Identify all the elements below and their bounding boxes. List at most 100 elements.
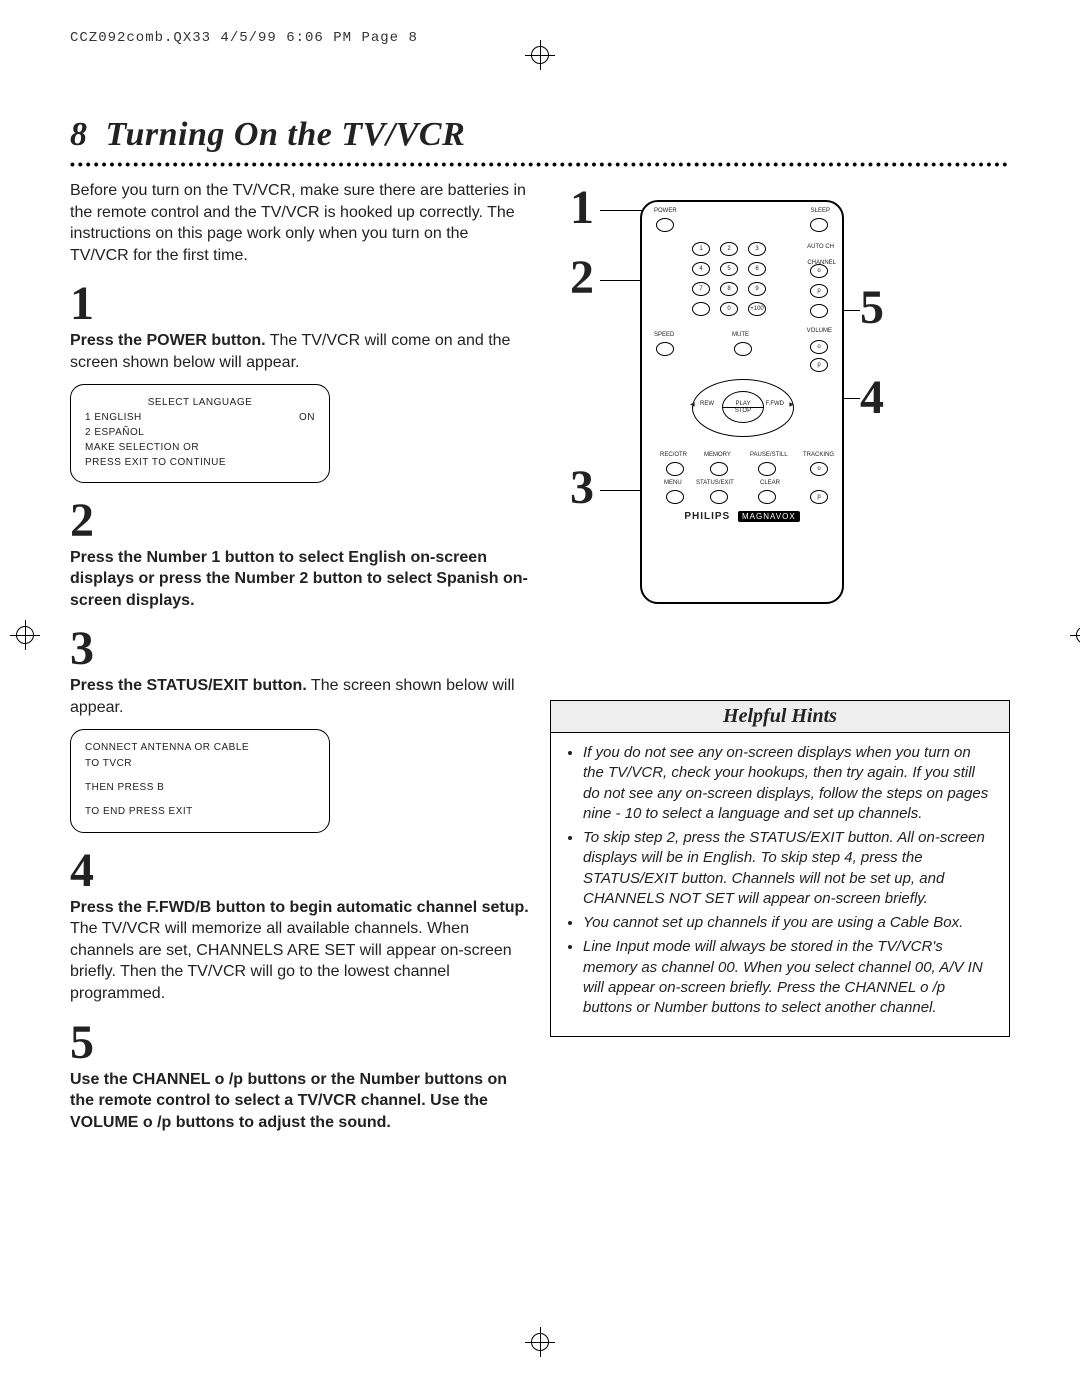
step-text: Press the F.FWD/B button to begin automa… bbox=[70, 897, 530, 1005]
clear-button bbox=[758, 490, 776, 504]
hints-body: If you do not see any on-screen displays… bbox=[551, 733, 1009, 1036]
step-bold: Use the CHANNEL o /p buttons or the Numb… bbox=[70, 1071, 507, 1131]
brand-row: PHILIPS MAGNAVOX bbox=[642, 511, 842, 522]
title-text: Turning On the TV/VCR bbox=[106, 116, 466, 153]
recotr-label: REC/OTR bbox=[660, 452, 687, 458]
transport-controls: ◀ REW F.FWD ▶ PLAY STOP bbox=[692, 377, 792, 437]
hint-item: Line Input mode will always be stored in… bbox=[583, 937, 995, 1018]
remote-illustration: 1 2 3 4 5 POWER SLEEP 1 bbox=[550, 180, 1010, 660]
brand-magnavox: MAGNAVOX bbox=[738, 511, 800, 522]
onscreen-display: CONNECT ANTENNA OR CABLE TO TVCR THEN PR… bbox=[70, 729, 330, 833]
pausestill-button bbox=[758, 462, 776, 476]
step-number: 1 bbox=[70, 280, 530, 328]
hint-item: To skip step 2, press the STATUS/EXIT bu… bbox=[583, 828, 995, 909]
memory-button bbox=[710, 462, 728, 476]
speed-button bbox=[656, 342, 674, 356]
rew-label: ◀ bbox=[690, 401, 695, 408]
memory-label: MEMORY bbox=[704, 452, 731, 458]
hints-title: Helpful Hints bbox=[551, 701, 1009, 733]
step-bold: Press the Number 1 button to select Engl… bbox=[70, 549, 528, 609]
intro-paragraph: Before you turn on the TV/VCR, make sure… bbox=[70, 180, 530, 266]
step-bold: Press the F.FWD/B button to begin automa… bbox=[70, 899, 529, 916]
hint-item: You cannot set up channels if you are us… bbox=[583, 913, 995, 933]
num-0-alt-button bbox=[692, 302, 710, 316]
callout-1: 1 bbox=[570, 180, 594, 235]
stop-label: STOP bbox=[723, 407, 763, 414]
steps-column: Before you turn on the TV/VCR, make sure… bbox=[70, 180, 530, 1133]
clear-label: CLEAR bbox=[760, 480, 780, 486]
plus100-button: +100 bbox=[748, 302, 766, 316]
step-bold: Press the POWER button. bbox=[70, 332, 266, 349]
remote-body: POWER SLEEP 1 2 3 AUTO CH 4 5 6 CHANNEL … bbox=[640, 200, 844, 604]
ffwd-label: ▶ bbox=[789, 401, 794, 408]
channel-extra-button bbox=[810, 304, 828, 318]
right-column: 1 2 3 4 5 POWER SLEEP 1 bbox=[550, 180, 1010, 1133]
pausestill-label: PAUSE/STILL bbox=[750, 452, 788, 458]
mute-button bbox=[734, 342, 752, 356]
autoch-label: AUTO CH bbox=[807, 244, 834, 250]
tracking-up-button: o bbox=[810, 462, 828, 476]
volume-up-button: o bbox=[810, 340, 828, 354]
manual-page: CCZ092comb.QX33 4/5/99 6:06 PM Page 8 8 … bbox=[0, 0, 1080, 1397]
step-text: Use the CHANNEL o /p buttons or the Numb… bbox=[70, 1069, 530, 1134]
num-5-button: 5 bbox=[720, 262, 738, 276]
num-3-button: 3 bbox=[748, 242, 766, 256]
step-number: 3 bbox=[70, 625, 530, 673]
osd-line: CONNECT ANTENNA OR CABLE bbox=[85, 740, 315, 756]
step-number: 4 bbox=[70, 847, 530, 895]
num-1-button: 1 bbox=[692, 242, 710, 256]
volume-down-button: p bbox=[810, 358, 828, 372]
brand-philips: PHILIPS bbox=[684, 511, 730, 522]
tracking-label: TRACKING bbox=[803, 452, 834, 458]
num-6-button: 6 bbox=[748, 262, 766, 276]
osd-line: THEN PRESS B bbox=[85, 780, 315, 796]
speed-label: SPEED bbox=[654, 332, 674, 338]
ffwd-text: F.FWD bbox=[766, 401, 784, 407]
helpful-hints-box: Helpful Hints If you do not see any on-s… bbox=[550, 700, 1010, 1037]
step-text: Press the POWER button. The TV/VCR will … bbox=[70, 330, 530, 373]
channel-up-button: o bbox=[810, 264, 828, 278]
callout-5: 5 bbox=[860, 280, 884, 335]
crop-mark-icon bbox=[525, 1327, 555, 1357]
osd-line: SELECT LANGUAGE bbox=[85, 395, 315, 410]
step-text: Press the STATUS/EXIT button. The screen… bbox=[70, 675, 530, 718]
statusexit-label: STATUS/EXIT bbox=[696, 480, 734, 486]
sleep-button bbox=[810, 218, 828, 232]
osd-line: 2 ESPAÑOL bbox=[85, 425, 315, 440]
hint-item: If you do not see any on-screen displays… bbox=[583, 743, 995, 824]
menu-button bbox=[666, 490, 684, 504]
onscreen-display: SELECT LANGUAGE 1 ENGLISH ON 2 ESPAÑOL M… bbox=[70, 384, 330, 483]
divider-dots: ••••••••••••••••••••••••••••••••••••••••… bbox=[70, 156, 1010, 172]
num-4-button: 4 bbox=[692, 262, 710, 276]
mute-label: MUTE bbox=[732, 332, 749, 338]
osd-line: TO TVCR bbox=[85, 756, 315, 772]
step-number: 2 bbox=[70, 497, 530, 545]
num-0-button: 0 bbox=[720, 302, 738, 316]
tracking-down-button: p bbox=[810, 490, 828, 504]
crop-mark-icon bbox=[525, 40, 555, 70]
recotr-button bbox=[666, 462, 684, 476]
callout-3: 3 bbox=[570, 460, 594, 515]
osd-line: MAKE SELECTION OR bbox=[85, 440, 315, 455]
num-8-button: 8 bbox=[720, 282, 738, 296]
step-bold: Press the STATUS/EXIT button. bbox=[70, 677, 307, 694]
power-label: POWER bbox=[654, 208, 677, 214]
osd-line: PRESS EXIT TO CONTINUE bbox=[85, 455, 315, 470]
step-text: Press the Number 1 button to select Engl… bbox=[70, 547, 530, 612]
page-number: 8 bbox=[70, 116, 88, 153]
power-button bbox=[656, 218, 674, 232]
num-2-button: 2 bbox=[720, 242, 738, 256]
menu-label: MENU bbox=[664, 480, 682, 486]
rew-text: REW bbox=[700, 401, 714, 407]
sleep-label: SLEEP bbox=[811, 208, 830, 214]
num-9-button: 9 bbox=[748, 282, 766, 296]
osd-line: ON bbox=[299, 410, 315, 425]
volume-label: VOLUME bbox=[807, 328, 832, 334]
callout-2: 2 bbox=[570, 250, 594, 305]
page-title: 8 Turning On the TV/VCR bbox=[70, 116, 1010, 154]
osd-line: TO END PRESS EXIT bbox=[85, 804, 315, 820]
statusexit-button bbox=[710, 490, 728, 504]
play-stop-button: PLAY STOP bbox=[722, 391, 764, 423]
channel-down-button: p bbox=[810, 284, 828, 298]
callout-4: 4 bbox=[860, 370, 884, 425]
